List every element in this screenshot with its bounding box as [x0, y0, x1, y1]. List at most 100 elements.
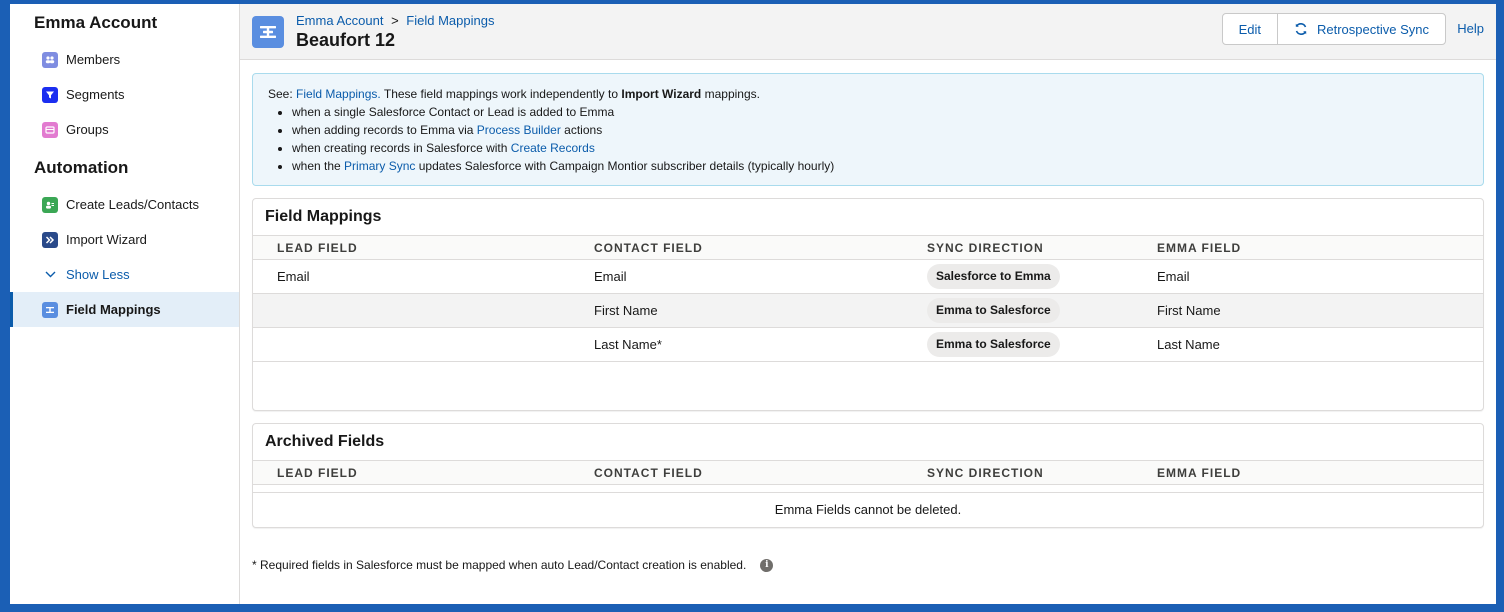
column-header-lead: LEAD FIELD [253, 235, 594, 260]
cell-sync-direction: Salesforce to Emma [927, 259, 1157, 294]
sidebar-item-label: Segments [66, 87, 125, 102]
sync-direction-badge: Salesforce to Emma [927, 264, 1060, 289]
sync-icon [1294, 22, 1308, 36]
column-header-emma: EMMA FIELD [1157, 460, 1483, 485]
archived-fields-card: Archived Fields LEAD FIELD CONTACT FIELD… [252, 423, 1484, 528]
info-intro: These field mappings work independently … [383, 87, 619, 101]
help-link[interactable]: Help [1457, 21, 1484, 36]
page-title: Beaufort 12 [296, 29, 396, 50]
members-icon [42, 51, 58, 68]
info-bullet-text: when creating records in Salesforce with [292, 141, 508, 155]
info-icon[interactable]: i [760, 558, 774, 572]
sidebar-item-label: Create Leads/Contacts [66, 197, 199, 212]
info-bullet-text: when a single Salesforce Contact or Lead… [292, 105, 615, 119]
cell-lead-field [253, 293, 594, 328]
show-less-label: Show Less [66, 267, 130, 282]
info-bullet-text: updates Salesforce with Campaign Montior… [418, 159, 835, 173]
sidebar-item-create-leads[interactable]: Create Leads/Contacts [10, 187, 239, 222]
table-row[interactable]: First Name Emma to Salesforce First Name [253, 293, 1483, 328]
groups-icon [42, 121, 58, 138]
content-area: See: Field Mappings. These field mapping… [240, 60, 1496, 572]
filter-icon [42, 86, 58, 103]
cell-contact-field: Email [594, 259, 927, 294]
table-row[interactable]: Email Email Salesforce to Emma Email [253, 259, 1483, 294]
sidebar-item-import-wizard[interactable]: Import Wizard [10, 222, 239, 257]
sidebar-item-groups[interactable]: Groups [10, 112, 239, 147]
sidebar-item-label: Groups [66, 122, 109, 137]
cell-contact-field: Last Name* [594, 327, 927, 362]
cell-lead-field: Email [253, 259, 594, 294]
info-bullet: when the Primary Sync updates Salesforce… [292, 157, 1468, 175]
cell-emma-field: First Name [1157, 293, 1483, 328]
table-header-row: LEAD FIELD CONTACT FIELD SYNC DIRECTION … [253, 460, 1483, 485]
import-icon [42, 231, 58, 248]
footnote: * Required fields in Salesforce must be … [252, 558, 1484, 572]
info-see-label: See: [268, 87, 293, 101]
sync-label: Retrospective Sync [1317, 21, 1429, 37]
table-header-row: LEAD FIELD CONTACT FIELD SYNC DIRECTION … [253, 235, 1483, 260]
sidebar-item-label: Members [66, 52, 121, 67]
info-intro-end: mappings. [704, 87, 760, 101]
sidebar-heading-account: Emma Account [34, 13, 158, 32]
breadcrumb: Emma Account > Field Mappings [296, 13, 494, 28]
header-button-group: Edit Retrospective Sync [1221, 13, 1446, 45]
info-import-wizard: Import Wizard [621, 87, 702, 101]
sync-direction-badge: Emma to Salesforce [927, 298, 1060, 323]
cell-lead-field [253, 327, 594, 362]
sync-direction-badge: Emma to Salesforce [927, 332, 1060, 357]
card-title: Field Mappings [265, 208, 382, 225]
breadcrumb-field-mappings[interactable]: Field Mappings [406, 13, 494, 28]
info-bullet-text: actions [564, 123, 603, 137]
sidebar-heading-automation: Automation [34, 158, 129, 177]
info-bullet-text: when the [292, 159, 341, 173]
page-header: Emma Account > Field Mappings Beaufort 1… [240, 4, 1496, 60]
field-mappings-icon [252, 15, 284, 48]
main-content: Emma Account > Field Mappings Beaufort 1… [240, 4, 1496, 604]
column-header-contact: CONTACT FIELD [594, 235, 927, 260]
cell-emma-field: Last Name [1157, 327, 1483, 362]
table-row[interactable]: Last Name* Emma to Salesforce Last Name [253, 327, 1483, 362]
show-less-toggle[interactable]: Show Less [10, 257, 239, 292]
create-records-link[interactable]: Create Records [511, 141, 595, 155]
card-title: Archived Fields [265, 433, 385, 450]
column-header-direction: SYNC DIRECTION [927, 235, 1157, 260]
process-builder-link[interactable]: Process Builder [477, 123, 561, 137]
table-spacer [253, 362, 1483, 410]
column-header-direction: SYNC DIRECTION [927, 460, 1157, 485]
edit-button[interactable]: Edit [1223, 14, 1277, 44]
field-mappings-table: LEAD FIELD CONTACT FIELD SYNC DIRECTION … [253, 235, 1483, 362]
empty-row [253, 484, 1483, 493]
info-bullet: when creating records in Salesforce with… [292, 139, 1468, 157]
cell-contact-field: First Name [594, 293, 927, 328]
sidebar-item-field-mappings[interactable]: Field Mappings [10, 292, 239, 327]
info-box: See: Field Mappings. These field mapping… [252, 73, 1484, 186]
field-mappings-link[interactable]: Field Mappings. [296, 87, 381, 101]
info-bullet: when a single Salesforce Contact or Lead… [292, 103, 1468, 121]
breadcrumb-emma-account[interactable]: Emma Account [296, 13, 383, 28]
sidebar: Emma Account Members Segments Groups Aut… [10, 4, 240, 604]
primary-sync-link[interactable]: Primary Sync [344, 159, 415, 173]
sidebar-item-members[interactable]: Members [10, 42, 239, 77]
info-bullet-text: when adding records to Emma via [292, 123, 474, 137]
column-header-contact: CONTACT FIELD [594, 460, 927, 485]
archived-message: Emma Fields cannot be deleted. [774, 502, 962, 517]
breadcrumb-separator: > [391, 12, 399, 28]
field-mappings-icon [42, 301, 58, 318]
cell-sync-direction: Emma to Salesforce [927, 293, 1157, 328]
column-header-emma: EMMA FIELD [1157, 235, 1483, 260]
sidebar-item-segments[interactable]: Segments [10, 77, 239, 112]
column-header-lead: LEAD FIELD [253, 460, 594, 485]
sidebar-item-label: Import Wizard [66, 232, 147, 247]
contacts-icon [42, 196, 58, 213]
cell-sync-direction: Emma to Salesforce [927, 327, 1157, 362]
retrospective-sync-button[interactable]: Retrospective Sync [1277, 14, 1445, 44]
sidebar-item-label: Field Mappings [66, 302, 161, 317]
app-frame: Emma Account Members Segments Groups Aut… [10, 4, 1496, 604]
chevron-down-icon [42, 269, 58, 281]
footnote-text: * Required fields in Salesforce must be … [252, 558, 747, 572]
info-list: when a single Salesforce Contact or Lead… [268, 103, 1468, 175]
archived-fields-table: LEAD FIELD CONTACT FIELD SYNC DIRECTION … [253, 460, 1483, 493]
field-mappings-card: Field Mappings LEAD FIELD CONTACT FIELD … [252, 198, 1484, 411]
info-bullet: when adding records to Emma via Process … [292, 121, 1468, 139]
cell-emma-field: Email [1157, 259, 1483, 294]
